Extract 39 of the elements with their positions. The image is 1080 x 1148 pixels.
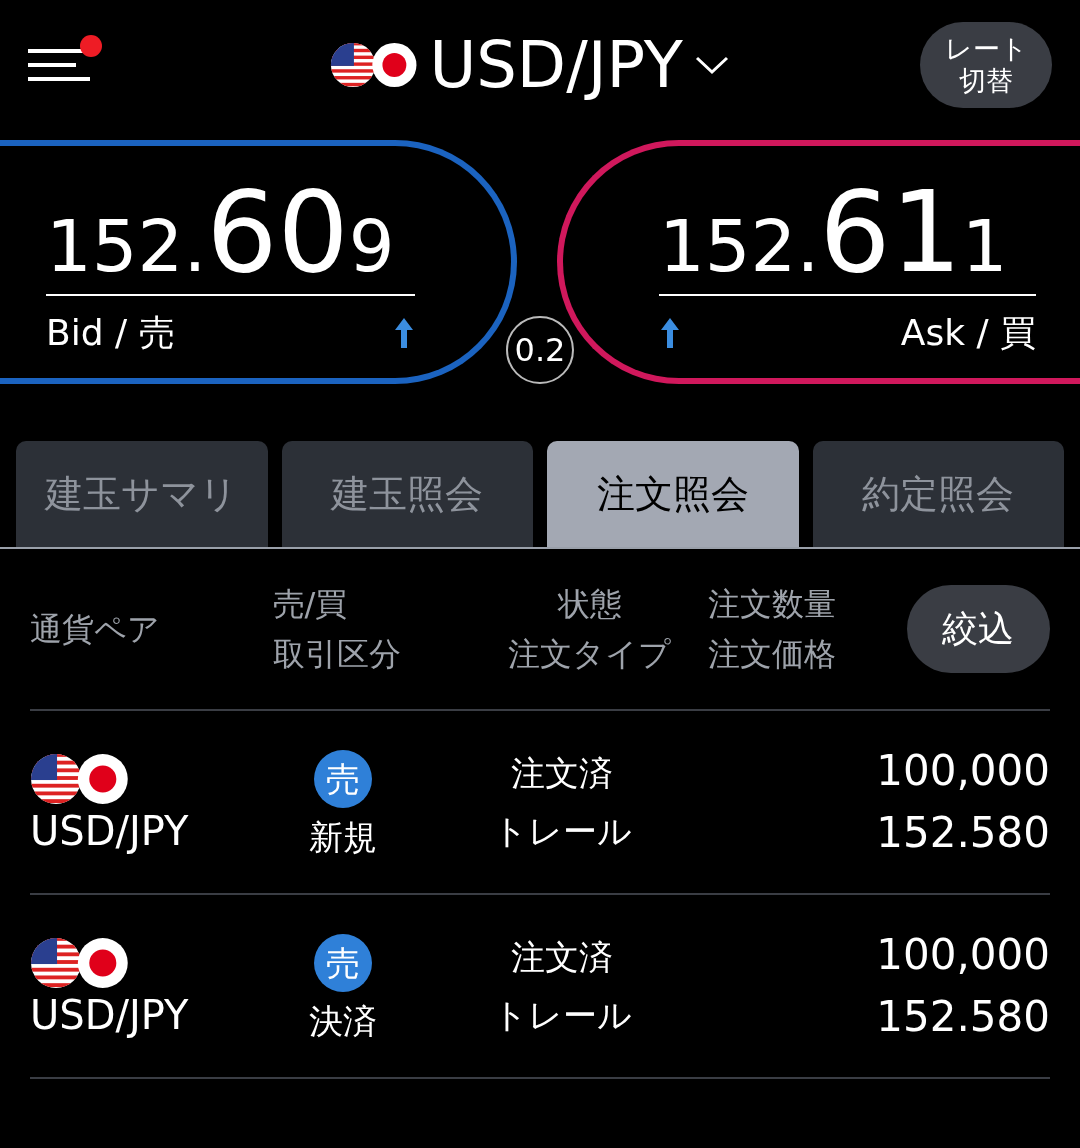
column-header: 状態	[557, 584, 622, 625]
tab[interactable]: 約定照会	[812, 441, 1064, 547]
price-label: Ask / 買	[900, 311, 1036, 355]
column-header: 売/買	[272, 584, 349, 625]
order-type: トレール	[492, 814, 632, 848]
price: 152.609	[46, 176, 415, 296]
bid-panel[interactable]: 152.609 Bid / 売	[0, 140, 517, 384]
trade-type: 決済	[309, 1004, 377, 1038]
rate-switch-button[interactable]: レート 切替	[920, 22, 1052, 108]
column-header: 注文価格	[708, 634, 837, 675]
side-badge: 売	[314, 934, 372, 992]
trade-type: 新規	[309, 820, 377, 854]
tab[interactable]: 注文照会	[547, 441, 799, 547]
flags-icon	[330, 42, 418, 88]
order-status: 注文済	[511, 756, 613, 790]
tab[interactable]: 建玉照会	[281, 441, 533, 547]
column-header: 取引区分	[272, 634, 402, 675]
order-price: 152.580	[876, 996, 1050, 1038]
order-status: 注文済	[511, 940, 613, 974]
spread-badge: 0.2	[506, 316, 574, 384]
up-arrow-icon	[393, 316, 415, 350]
column-header: 注文タイプ	[508, 634, 672, 675]
column-header: 通貨ペア	[30, 609, 161, 650]
tab[interactable]: 建玉サマリ	[16, 441, 268, 547]
order-type: トレール	[492, 998, 632, 1032]
chevron-down-icon	[694, 55, 729, 75]
order-quantity: 100,000	[876, 750, 1050, 792]
order-row[interactable]: USD/JPY 売 決済 注文済 トレール 100,000 152.580	[30, 895, 1050, 1079]
filter-button[interactable]: 絞込	[906, 585, 1050, 673]
column-header: 注文数量	[708, 584, 837, 625]
up-arrow-icon	[659, 316, 681, 350]
price: 152.61 1	[659, 176, 1036, 296]
order-row[interactable]: USD/JPY 売 新規 注文済 トレール 100,000 152.580	[30, 711, 1050, 895]
side-badge: 売	[314, 750, 372, 808]
order-quantity: 100,000	[876, 934, 1050, 976]
price-label: Bid / 売	[46, 311, 175, 355]
flags-icon	[30, 937, 129, 989]
order-price: 152.580	[876, 812, 1050, 854]
flags-icon	[30, 753, 129, 805]
